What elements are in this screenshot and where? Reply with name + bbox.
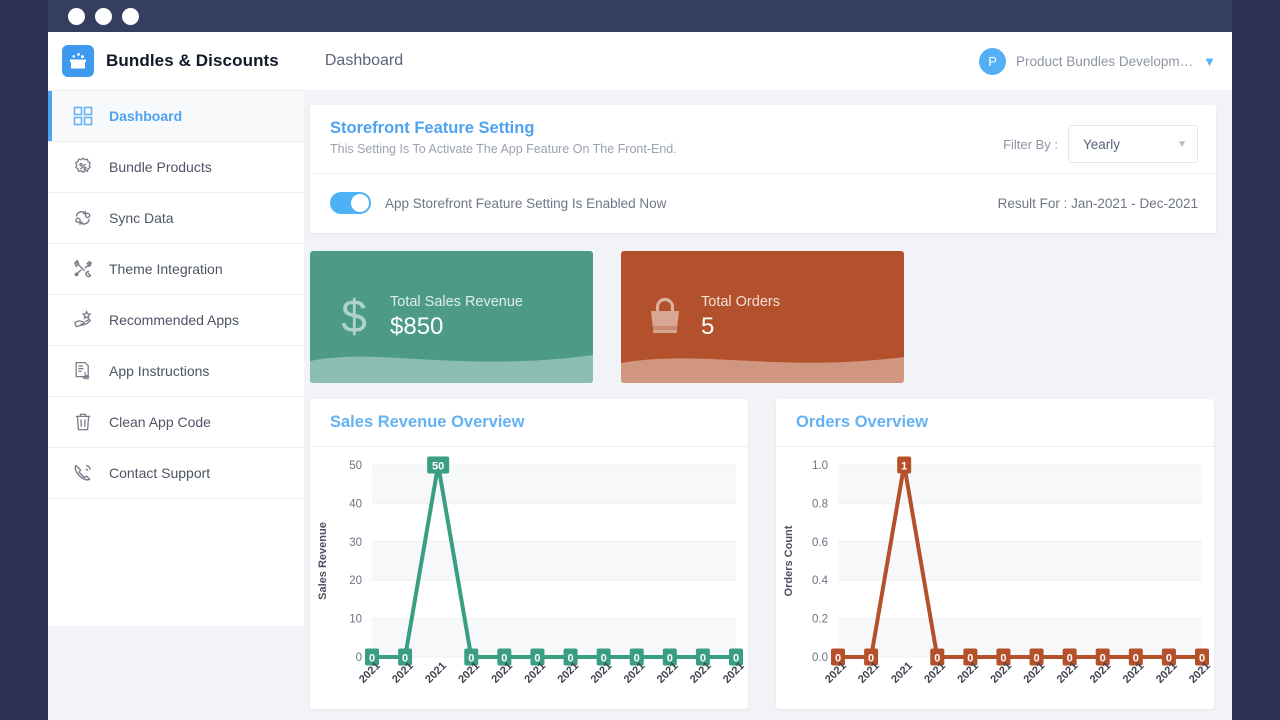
chart-title: Sales Revenue Overview (330, 413, 525, 431)
svg-text:30: 30 (349, 537, 362, 549)
sidebar-item-app-instructions[interactable]: App Instructions (48, 346, 304, 397)
storefront-feature-card: Storefront Feature Setting This Setting … (310, 105, 1216, 233)
chart-title: Orders Overview (796, 413, 929, 431)
svg-text:0.8: 0.8 (812, 498, 828, 510)
stat-cards: $ Total Sales Revenue $850 Total Orders … (310, 251, 1216, 383)
sidebar-item-label: Contact Support (109, 465, 211, 481)
chevron-down-icon: ▼ (1177, 138, 1187, 150)
bundle-box-icon (62, 45, 94, 77)
avatar: P (979, 47, 1007, 75)
account-name: Product Bundles Developm… (1016, 53, 1194, 69)
chart-plot-area: 0 10 20 30 40 50 Sales Revenue 0 0 50 0 0 0 0 0 0 0 0 0 202… (310, 447, 748, 709)
chevron-down-icon[interactable]: ▼ (1203, 55, 1216, 68)
svg-text:50: 50 (432, 461, 444, 473)
phone-icon (72, 462, 94, 484)
account-menu[interactable]: P Product Bundles Developm… ▼ (979, 47, 1232, 75)
filter-select-value: Yearly (1083, 136, 1121, 152)
sidebar: Dashboard Bundle Products Sync Data Them… (48, 91, 304, 626)
filter-select[interactable]: Yearly ▼ (1068, 125, 1198, 163)
stat-value: 5 (701, 312, 715, 340)
shopping-bag-icon (639, 291, 691, 343)
sidebar-item-label: Sync Data (109, 210, 174, 226)
window-frame: Bundles & Discounts Dashboard P Product … (0, 0, 1280, 720)
sidebar-item-label: Bundle Products (109, 159, 212, 175)
sidebar-item-label: App Instructions (109, 363, 210, 379)
svg-text:10: 10 (349, 614, 362, 626)
sidebar-item-label: Clean App Code (109, 414, 211, 430)
svg-text:Sales Revenue: Sales Revenue (317, 522, 329, 600)
sidebar-item-recommended-apps[interactable]: Recommended Apps (48, 295, 304, 346)
sidebar-item-label: Recommended Apps (109, 312, 239, 328)
app-topbar: Bundles & Discounts Dashboard P Product … (48, 32, 1232, 91)
svg-text:0.6: 0.6 (812, 537, 828, 549)
svg-text:0.4: 0.4 (812, 575, 829, 587)
svg-text:2021: 2021 (423, 660, 449, 686)
storefront-card-body: App Storefront Feature Setting Is Enable… (310, 174, 1216, 232)
toggle-status-label: App Storefront Feature Setting Is Enable… (385, 195, 667, 211)
stat-label: Total Sales Revenue (390, 293, 523, 310)
chart-header: Sales Revenue Overview (310, 399, 748, 447)
window-minimize-button[interactable] (95, 7, 112, 25)
sidebar-item-sync-data[interactable]: Sync Data (48, 193, 304, 244)
svg-text:0.2: 0.2 (812, 614, 828, 626)
dollar-icon: $ (328, 291, 380, 343)
trash-icon (72, 411, 94, 433)
brand-title: Bundles & Discounts (106, 51, 279, 70)
stat-label: Total Orders (701, 293, 780, 310)
chart-header: Orders Overview (776, 399, 1214, 447)
sidebar-item-label: Dashboard (109, 108, 183, 124)
stat-card-total-sales-revenue: $ Total Sales Revenue $850 (310, 251, 593, 383)
stat-card-total-orders: Total Orders 5 (621, 251, 904, 383)
card-wave-decoration (310, 355, 593, 383)
hand-star-icon (72, 309, 94, 331)
svg-text:2021: 2021 (889, 660, 915, 686)
svg-text:0.0: 0.0 (812, 652, 828, 664)
filter-label: Filter By : (1003, 136, 1058, 152)
svg-text:40: 40 (349, 498, 362, 510)
result-range-label: Result For : Jan-2021 - Dec-2021 (997, 195, 1198, 211)
document-hand-icon (72, 360, 94, 382)
filter-group: Filter By : Yearly ▼ (1003, 119, 1198, 163)
sync-icon (72, 207, 94, 229)
main-content: Storefront Feature Setting This Setting … (304, 91, 1232, 720)
chart-card-orders: Orders Overview 0.0 0.2 0.4 0.6 0.8 1.0 Orders… (776, 399, 1214, 709)
svg-text:Orders Count: Orders Count (783, 525, 795, 596)
svg-text:1: 1 (901, 461, 907, 473)
sidebar-item-contact-support[interactable]: Contact Support (48, 448, 304, 499)
app-window: Bundles & Discounts Dashboard P Product … (48, 32, 1232, 720)
chart-plot-area: 0.0 0.2 0.4 0.6 0.8 1.0 Orders Count 0 0 1 0 0 0 0 0 0 0… (776, 447, 1214, 709)
stat-value: $850 (390, 312, 444, 340)
svg-text:20: 20 (349, 575, 362, 587)
svg-text:1.0: 1.0 (812, 460, 828, 472)
sidebar-item-bundle-products[interactable]: Bundle Products (48, 142, 304, 193)
svg-text:$: $ (341, 291, 367, 342)
discount-badge-icon (72, 156, 94, 178)
sidebar-item-dashboard[interactable]: Dashboard (48, 91, 304, 142)
window-titlebar (48, 0, 1232, 32)
chart-cards: Sales Revenue Overview 0 10 20 30 40 50 Sales … (310, 399, 1216, 709)
page-title: Dashboard (324, 52, 404, 69)
tools-icon (72, 258, 94, 280)
svg-text:0: 0 (356, 652, 362, 664)
sidebar-item-clean-app-code[interactable]: Clean App Code (48, 397, 304, 448)
chart-card-sales-revenue: Sales Revenue Overview 0 10 20 30 40 50 Sales … (310, 399, 748, 709)
storefront-subtitle: This Setting Is To Activate The App Feat… (330, 142, 677, 156)
card-wave-decoration (621, 357, 904, 383)
window-close-button[interactable] (68, 7, 85, 25)
storefront-feature-toggle[interactable] (330, 192, 371, 214)
svg-text:50: 50 (349, 460, 362, 472)
sidebar-item-theme-integration[interactable]: Theme Integration (48, 244, 304, 295)
storefront-card-header: Storefront Feature Setting This Setting … (310, 105, 1216, 174)
storefront-title: Storefront Feature Setting (330, 119, 535, 137)
sidebar-item-label: Theme Integration (109, 261, 223, 277)
window-maximize-button[interactable] (122, 7, 139, 25)
grid-icon (72, 105, 94, 127)
